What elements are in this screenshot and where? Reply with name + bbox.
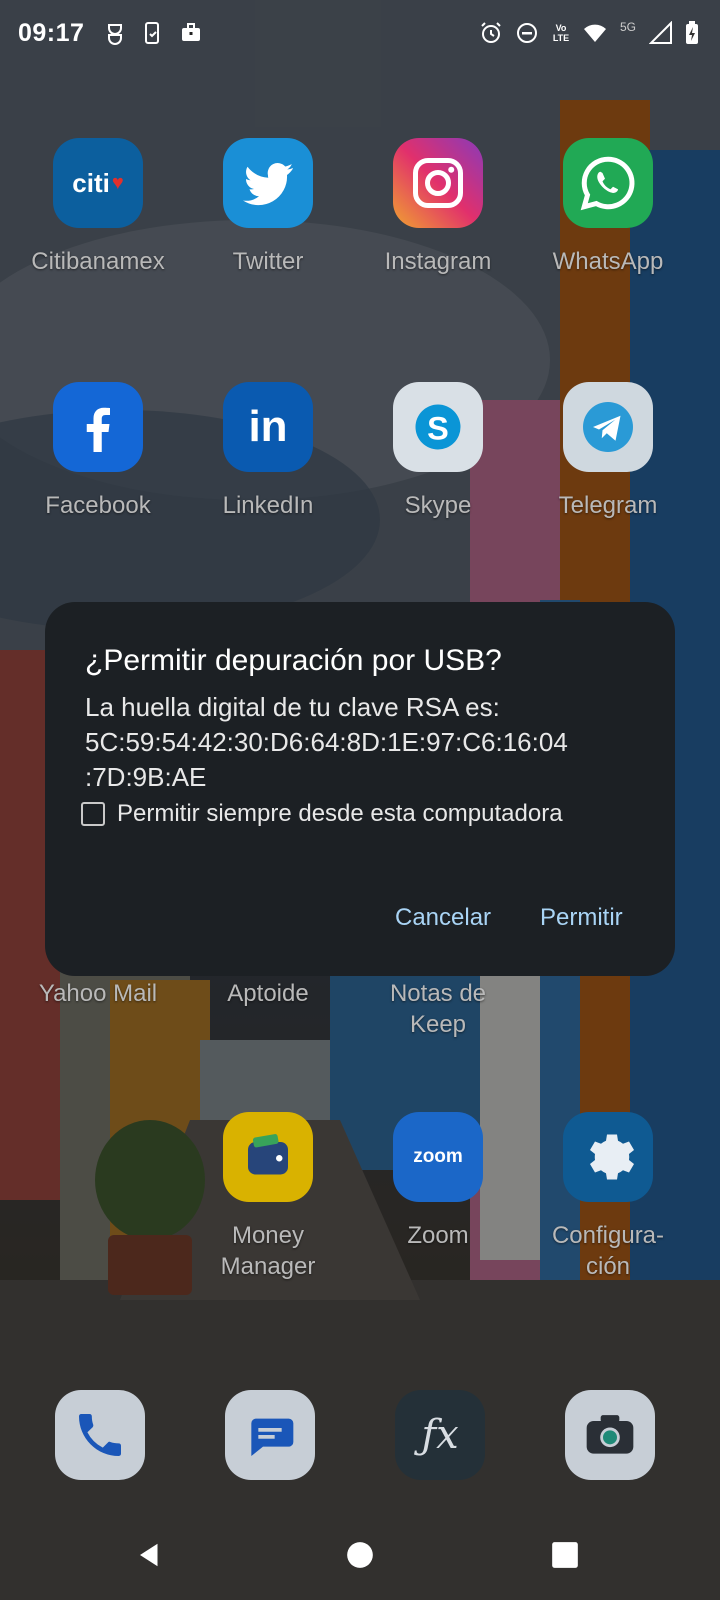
rsa-fingerprint: 5C:59:54:42:30:D6:64:8D:1E:97:C6:16:04: [85, 727, 568, 757]
network-5g-label: 5G: [619, 20, 636, 34]
dialog-message: La huella digital de tu clave RSA es: 5C…: [85, 690, 645, 795]
usb-debugging-dialog: ¿Permitir depuración por USB? La huella …: [45, 602, 675, 976]
app-label: WhatsApp: [552, 248, 664, 275]
twitter-icon: [223, 138, 313, 228]
app-zoom[interactable]: zoom Zoom: [350, 1112, 526, 1251]
fx-file-explorer-icon[interactable]: ƒx: [395, 1390, 485, 1480]
recents-icon[interactable]: [545, 1535, 585, 1575]
app-money-manager[interactable]: Money Manager: [180, 1112, 356, 1282]
volte-icon: Vo LTE: [550, 20, 572, 46]
app-label: Skype: [404, 492, 472, 519]
citi-icon-text: citi: [72, 167, 110, 198]
skype-icon: S: [393, 382, 483, 472]
app-label: Aptoide: [227, 980, 309, 1007]
app-label: Yahoo Mail: [38, 980, 158, 1007]
app-facebook[interactable]: Facebook: [10, 382, 186, 521]
volte-label: Vo LTE: [552, 23, 570, 43]
app-label: Twitter: [232, 248, 304, 275]
home-icon[interactable]: [340, 1535, 380, 1575]
app-label: Money Manager: [180, 1220, 356, 1282]
rsa-fingerprint-end: :7D:9B:AE: [85, 762, 207, 792]
always-allow-checkbox[interactable]: [81, 802, 105, 826]
whatsapp-icon: [563, 138, 653, 228]
app-label: Citibanamex: [31, 248, 165, 275]
navigation-bar: [0, 1505, 720, 1600]
zoom-icon-text: zoom: [413, 1146, 463, 1167]
app-citibanamex[interactable]: citi ♥ Citibanamex: [10, 138, 186, 277]
app-linkedin[interactable]: in LinkedIn: [180, 382, 356, 521]
phone-icon[interactable]: [55, 1390, 145, 1480]
citibanamex-icon: citi ♥: [53, 138, 143, 228]
app-label: Instagram: [384, 248, 492, 275]
always-allow-label: Permitir siempre desde esta computadora: [117, 800, 563, 827]
telegram-icon: [563, 382, 653, 472]
app-twitter[interactable]: Twitter: [180, 138, 356, 277]
label-line: Manager: [220, 1253, 316, 1280]
messages-icon[interactable]: [225, 1390, 315, 1480]
always-allow-option[interactable]: Permitir siempre desde esta computadora: [81, 800, 563, 828]
svg-text:S: S: [427, 411, 449, 447]
app-label: Notas de Keep: [350, 978, 526, 1040]
signal-icon: [648, 20, 674, 46]
app-telegram[interactable]: Telegram: [520, 382, 696, 521]
settings-icon: [563, 1112, 653, 1202]
briefcase-icon: [178, 20, 204, 46]
phone-sync-icon: [140, 20, 166, 46]
linkedin-icon: in: [223, 382, 313, 472]
money-manager-icon: [223, 1112, 313, 1202]
camera-icon[interactable]: [565, 1390, 655, 1480]
wifi-icon: [582, 20, 608, 46]
app-label: Telegram: [558, 492, 658, 519]
battery-icon: [684, 20, 700, 46]
status-time: 09:17: [18, 19, 85, 47]
app-label: LinkedIn: [222, 492, 314, 519]
status-bar: 09:17 Vo LTE 5G: [0, 0, 720, 66]
app-label: Configura- ción: [520, 1220, 696, 1282]
app-skype[interactable]: S Skype: [350, 382, 526, 521]
back-icon[interactable]: [130, 1535, 170, 1575]
facebook-icon: [53, 382, 143, 472]
app-label: Zoom: [407, 1222, 469, 1249]
dialog-title: ¿Permitir depuración por USB?: [85, 644, 502, 677]
label-line: Configura-: [551, 1222, 665, 1249]
label-line: Money: [231, 1222, 305, 1249]
alarm-icon: [478, 20, 504, 46]
app-configuracion[interactable]: Configura- ción: [520, 1112, 696, 1282]
dnd-icon: [514, 20, 540, 46]
dialog-message-line: La huella digital de tu clave RSA es:: [85, 692, 500, 722]
cancel-button[interactable]: Cancelar: [395, 904, 491, 932]
instagram-icon: [393, 138, 483, 228]
allow-button[interactable]: Permitir: [540, 904, 623, 932]
app-label: Facebook: [45, 492, 151, 519]
app-whatsapp[interactable]: WhatsApp: [520, 138, 696, 277]
label-line: Keep: [409, 1011, 467, 1038]
app-instagram[interactable]: Instagram: [350, 138, 526, 277]
mask-icon: [102, 20, 128, 46]
zoom-icon: zoom: [393, 1112, 483, 1202]
label-line: ción: [585, 1253, 631, 1280]
label-line: Notas de: [389, 980, 487, 1007]
